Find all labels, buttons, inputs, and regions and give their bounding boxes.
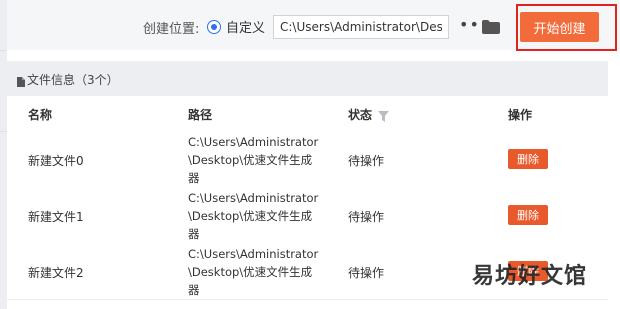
radio-label: 自定义 <box>226 21 266 36</box>
table-header: 名称 路径 状态 操作 <box>7 96 608 132</box>
file-path: C:\Users\Administrator\Desktop\优速文件生成器 <box>188 135 319 185</box>
start-create-button[interactable]: 开始创建 <box>520 12 599 42</box>
file-name: 新建文件0 <box>28 154 84 168</box>
table-row: 新建文件1 C:\Users\Administrator\Desktop\优速文… <box>7 187 608 244</box>
file-status: 待操作 <box>348 210 385 224</box>
file-status: 待操作 <box>348 154 385 168</box>
column-header-path: 路径 <box>188 108 213 122</box>
path-input[interactable] <box>273 15 449 39</box>
file-status: 待操作 <box>348 266 385 280</box>
column-header-action: 操作 <box>508 108 533 122</box>
column-header-status: 状态 <box>348 108 373 122</box>
delete-button[interactable]: 删除 <box>508 149 548 169</box>
table-row: 新建文件0 C:\Users\Administrator\Desktop\优速文… <box>7 131 608 188</box>
toolbar: 创建位置: 自定义 ••• 开始创建 <box>7 0 620 51</box>
document-icon <box>17 72 25 91</box>
file-info-header: 文件信息（3个） <box>7 61 608 96</box>
column-header-name: 名称 <box>28 108 53 122</box>
file-path: C:\Users\Administrator\Desktop\优速文件生成器 <box>188 191 319 241</box>
location-label: 创建位置: <box>143 22 200 37</box>
file-name: 新建文件2 <box>28 266 84 280</box>
file-name: 新建文件1 <box>28 210 84 224</box>
watermark-text: 易坊好文馆 <box>472 264 588 289</box>
folder-icon[interactable] <box>482 19 500 38</box>
custom-location-radio[interactable]: 自定义 <box>207 17 265 36</box>
filter-icon[interactable] <box>378 107 389 126</box>
radio-selected-icon[interactable] <box>207 19 221 34</box>
file-path: C:\Users\Administrator\Desktop\优速文件生成器 <box>188 247 319 297</box>
file-info-title: 文件信息（3个） <box>27 73 119 87</box>
delete-button[interactable]: 删除 <box>508 205 548 225</box>
left-panel-edge <box>0 0 7 309</box>
